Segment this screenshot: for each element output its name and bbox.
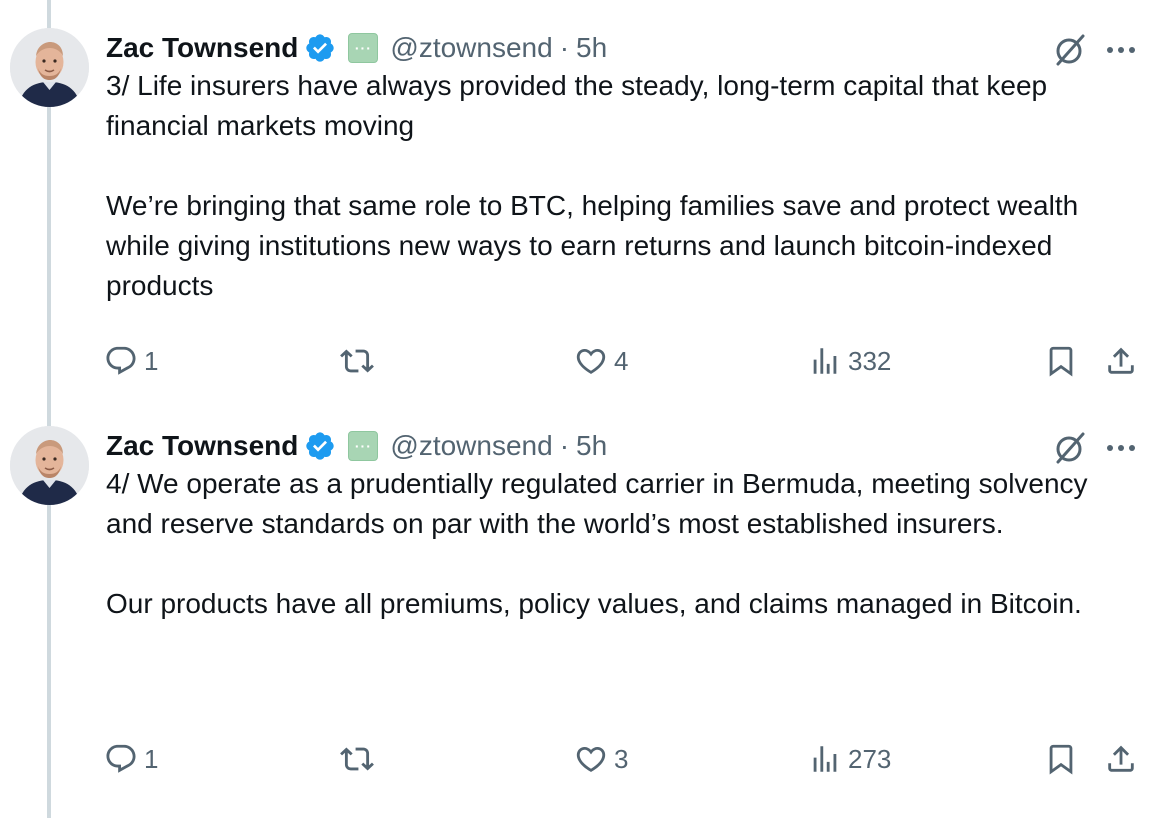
like-count: 3 (614, 743, 629, 774)
more-icon[interactable] (1102, 32, 1140, 68)
bookmark-button[interactable] (1044, 739, 1078, 779)
timestamp[interactable]: 5h (576, 32, 607, 64)
tweet-paragraph: Our products have all premiums, policy v… (106, 588, 1082, 619)
separator-dot: · (559, 430, 570, 461)
like-button[interactable]: 4 (574, 341, 628, 381)
views-icon (813, 746, 837, 772)
share-icon (1108, 745, 1134, 772)
views-button[interactable]: 332 (808, 341, 891, 381)
share-icon (1108, 347, 1134, 374)
grok-icon[interactable] (1050, 30, 1090, 70)
tweet-header: Zac Townsend ··· @ztownsend · 5h (106, 426, 607, 466)
verified-badge-icon[interactable] (304, 430, 336, 462)
views-count: 273 (848, 743, 892, 774)
timestamp[interactable]: 5h (576, 430, 607, 462)
tweet-paragraph: 4/ We operate as a prudentially regulate… (106, 468, 1088, 539)
like-icon (576, 348, 606, 374)
share-button[interactable] (1104, 341, 1138, 381)
tweet-paragraph: 3/ Life insurers have always provided th… (106, 70, 1048, 141)
verified-badge-icon[interactable] (304, 32, 336, 64)
grok-icon[interactable] (1050, 428, 1090, 468)
like-icon (576, 746, 606, 772)
reply-icon (106, 744, 136, 773)
share-button[interactable] (1104, 739, 1138, 779)
affiliation-badge-icon[interactable]: ··· (348, 431, 379, 461)
reply-count: 1 (144, 345, 159, 376)
repost-button[interactable] (338, 341, 382, 381)
avatar[interactable] (10, 28, 89, 107)
author-name[interactable]: Zac Townsend (106, 32, 298, 64)
tweet[interactable]: Zac Townsend ··· @ztownsend · 5h 3/ Life… (0, 28, 1171, 398)
author-handle[interactable]: @ztownsend (390, 430, 552, 462)
separator-dot: · (559, 32, 570, 63)
tweet-text: 4/ We operate as a prudentially regulate… (106, 464, 1136, 624)
tweet-text: 3/ Life insurers have always provided th… (106, 66, 1136, 306)
repost-button[interactable] (338, 739, 382, 779)
reply-button[interactable]: 1 (104, 341, 158, 381)
reply-count: 1 (144, 743, 159, 774)
bookmark-icon (1049, 346, 1073, 377)
views-count: 332 (848, 345, 892, 376)
more-icon[interactable] (1102, 430, 1140, 466)
views-button[interactable]: 273 (808, 739, 891, 779)
reply-button[interactable]: 1 (104, 739, 158, 779)
tweet-header: Zac Townsend ··· @ztownsend · 5h (106, 28, 607, 68)
like-count: 4 (614, 345, 629, 376)
like-button[interactable]: 3 (574, 739, 628, 779)
bookmark-button[interactable] (1044, 341, 1078, 381)
tweet-paragraph: We’re bringing that same role to BTC, he… (106, 190, 1079, 301)
avatar[interactable] (10, 426, 89, 505)
bookmark-icon (1049, 744, 1073, 775)
views-icon (813, 348, 837, 374)
affiliation-badge-icon[interactable]: ··· (348, 33, 379, 63)
author-handle[interactable]: @ztownsend (390, 32, 552, 64)
author-name[interactable]: Zac Townsend (106, 430, 298, 462)
repost-icon (340, 747, 374, 771)
tweet[interactable]: Zac Townsend ··· @ztownsend · 5h 4/ We o… (0, 426, 1171, 796)
reply-icon (106, 346, 136, 375)
repost-icon (340, 349, 374, 373)
